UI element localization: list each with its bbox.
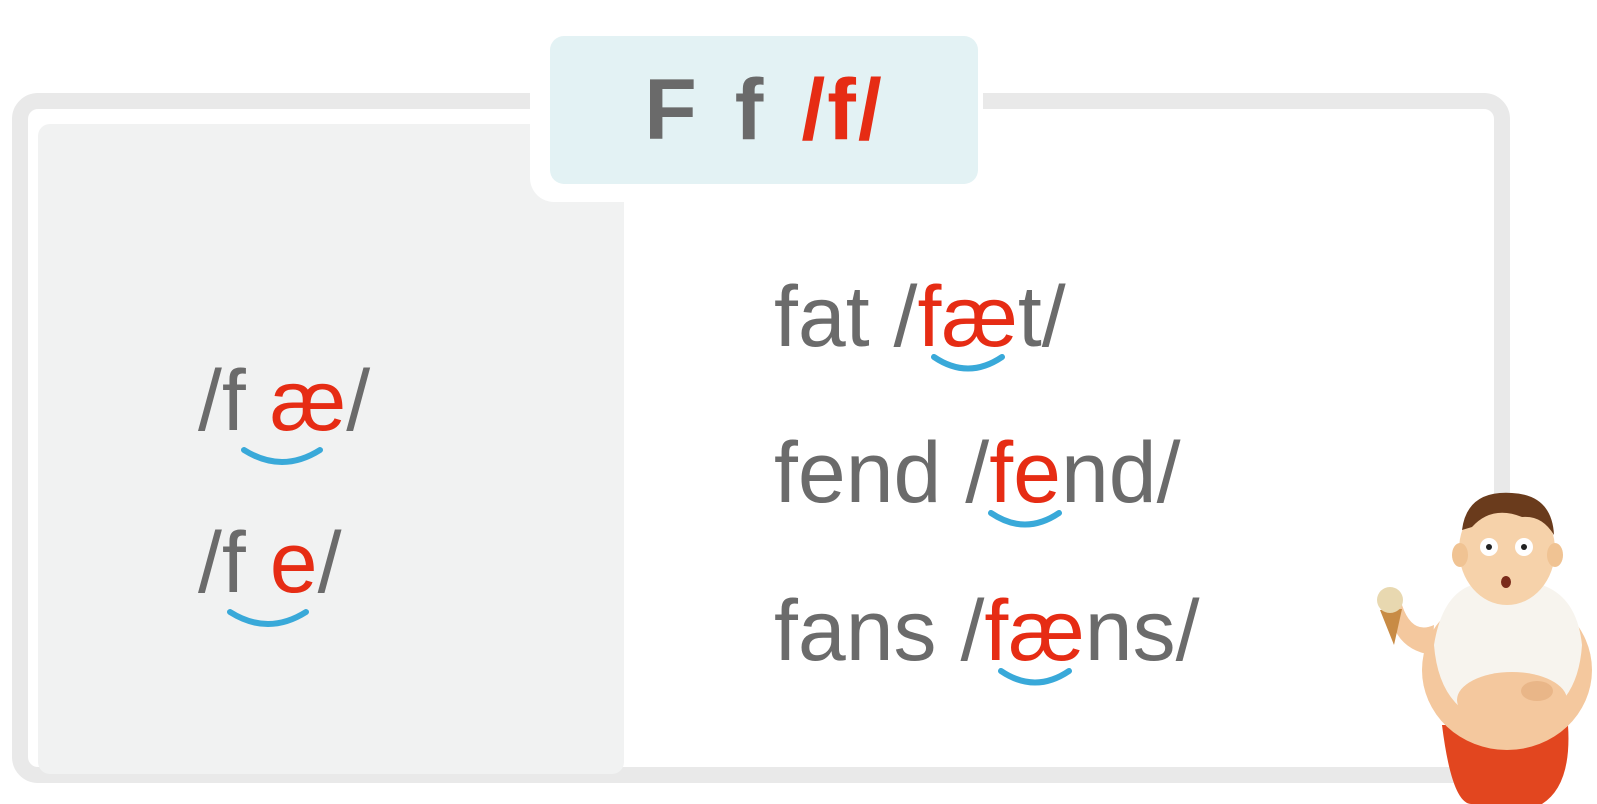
link-arc-icon: [226, 609, 309, 627]
slash-close: /: [346, 353, 371, 449]
slash-open: /: [198, 515, 222, 611]
link-arc-icon: [988, 510, 1063, 528]
word: fat: [774, 269, 870, 365]
blend-pair: f e: [222, 520, 318, 627]
letter-title: F f /f/: [550, 36, 978, 184]
slash-close: /: [317, 515, 342, 611]
sound-blend-panel: [38, 124, 624, 774]
consonant: f: [221, 515, 246, 611]
word-row-fat: fat /fæ t/: [774, 274, 1066, 372]
consonant: f: [221, 353, 246, 449]
blend-highlight: fæ: [984, 588, 1085, 686]
blend-pair: f æ: [222, 358, 346, 465]
blend-row-ae: /f æ /: [198, 358, 370, 465]
boy-with-ice-cream-illustration: [1377, 492, 1592, 804]
word-row-fend: fend /fe nd/: [774, 430, 1181, 528]
link-arc-icon: [930, 354, 1005, 372]
vowel: e: [269, 515, 318, 611]
word: fend: [774, 425, 942, 521]
blend-highlight: fæ: [917, 274, 1018, 372]
blend-row-e: /f e /: [198, 520, 341, 627]
link-arc-icon: [997, 668, 1072, 686]
word-row-fans: fans /fæ ns/: [774, 588, 1200, 686]
title-ipa-symbol: /f/: [801, 61, 884, 158]
title-lowercase-letter: f: [734, 61, 766, 158]
title-uppercase-letter: F: [644, 61, 699, 158]
word: fans: [774, 583, 937, 679]
slash-open: /: [198, 353, 222, 449]
link-arc-icon: [241, 447, 324, 465]
blend-highlight: fe: [988, 430, 1063, 528]
vowel: æ: [269, 353, 347, 449]
